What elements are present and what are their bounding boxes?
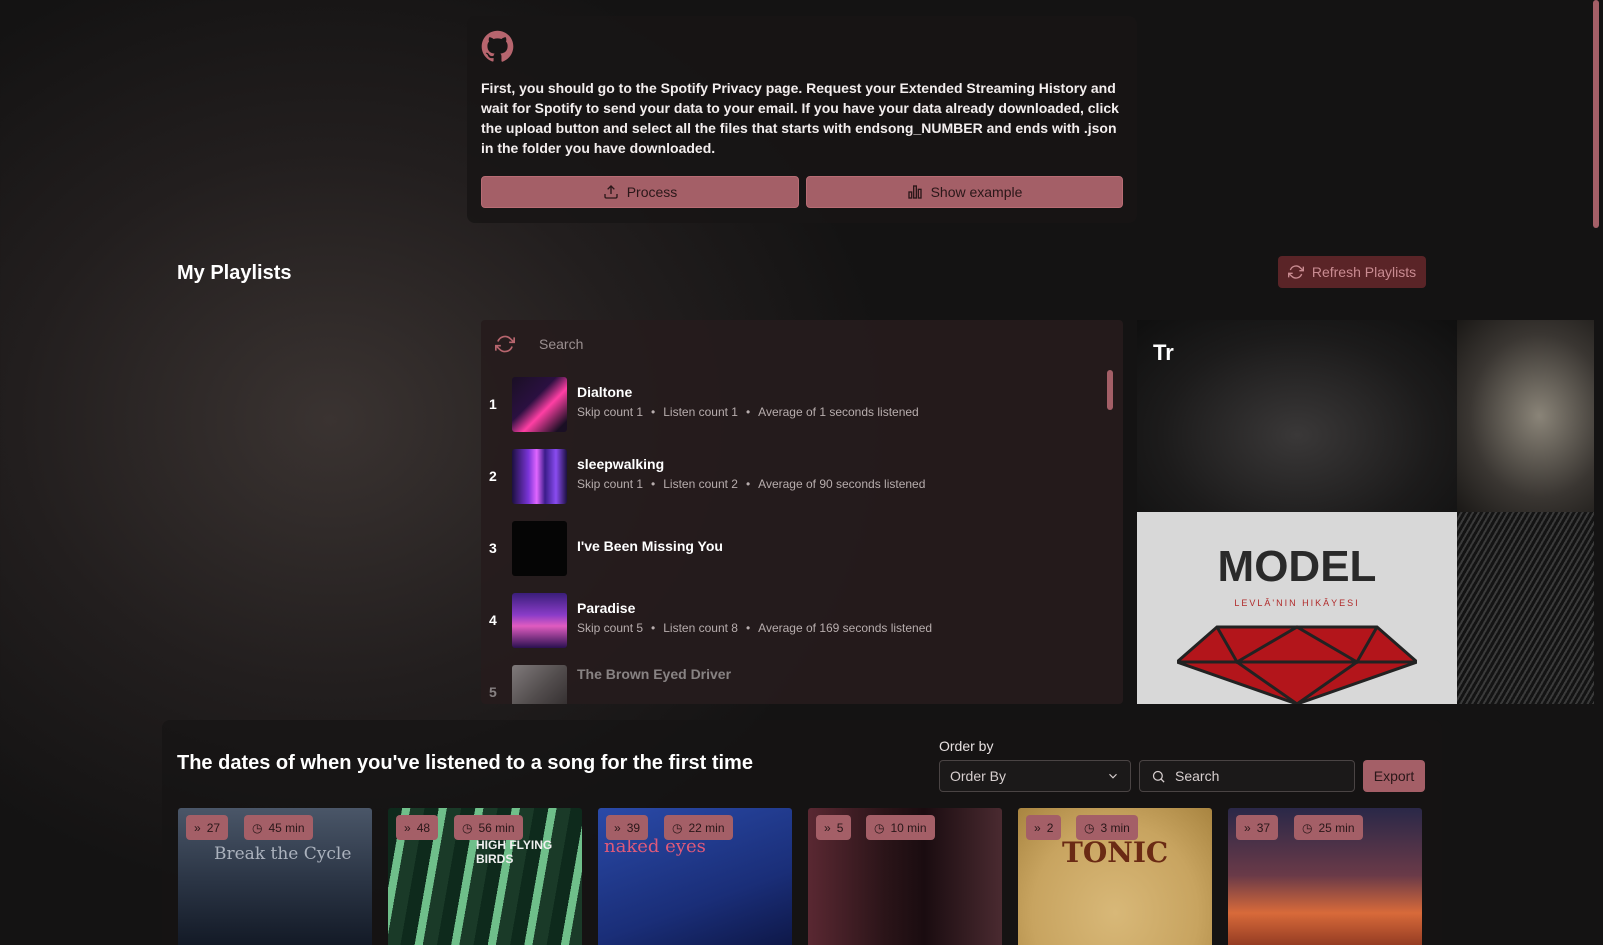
- search-icon: [1152, 770, 1165, 783]
- diamond-art: [1177, 625, 1417, 704]
- upload-icon: [604, 185, 618, 199]
- album-art-text: Break the Cycle: [214, 844, 352, 864]
- track-row[interactable]: 3 I've Been Missing You: [481, 518, 1101, 578]
- refresh-icon[interactable]: [495, 334, 515, 354]
- clock-icon: ◷: [462, 820, 473, 835]
- track-name: Dialtone: [577, 384, 633, 400]
- track-list[interactable]: Search 1 Dialtone Skip count 1 • Listen co…: [481, 320, 1123, 704]
- album-art: [512, 665, 567, 704]
- album-card[interactable]: TONIC » 2 ◷ 3 min: [1018, 808, 1212, 945]
- play-count-badge: » 27: [186, 815, 229, 840]
- track-stats: Skip count 5 • Listen count 8 • Average of 1…: [577, 621, 933, 635]
- duration-badge: ◷ 25 min: [1294, 815, 1363, 840]
- order-by-select[interactable]: Order By: [939, 760, 1131, 792]
- album-card[interactable]: naked eyes » 39 ◷ 22 min: [598, 808, 792, 945]
- collage-tile: MODEL LEVLÂ'NIN HIKÂYESI: [1137, 512, 1457, 704]
- album-art-text: HIGH FLYING BIRDS: [476, 838, 553, 866]
- track-stats: Skip count 1 • Listen count 1 • Average of 1…: [577, 405, 919, 419]
- playlist-collage[interactable]: MODEL LEVLÂ'NIN HIKÂYESI Tr: [1137, 320, 1594, 704]
- model-art-title: MODEL: [1217, 542, 1377, 591]
- playlists-heading: My Playlists: [177, 262, 292, 284]
- track-number: 5: [489, 684, 497, 700]
- duration-badge: ◷ 10 min: [866, 815, 935, 840]
- album-art: [512, 449, 567, 504]
- play-count-badge: » 39: [606, 815, 649, 840]
- page-scrollbar[interactable]: [1593, 0, 1599, 228]
- album-card[interactable]: HIGH FLYING BIRDS » 48 ◷ 56 min: [388, 808, 582, 945]
- collage-tile: [1457, 320, 1594, 512]
- duration-badge: ◷ 56 min: [454, 815, 523, 840]
- refresh-icon: [1287, 265, 1304, 279]
- fast-forward-icon: »: [404, 820, 411, 835]
- album-art: [512, 593, 567, 648]
- bar-chart-icon: [907, 185, 922, 199]
- play-count-badge: » 5: [816, 815, 852, 840]
- refresh-playlists-label: Refresh Playlists: [1311, 264, 1417, 280]
- order-by-label: Order by: [939, 738, 994, 754]
- play-count-badge: » 37: [1236, 815, 1279, 840]
- collage-tile: [1137, 320, 1457, 512]
- first-listen-section: The dates of when you've listened to a s…: [162, 720, 1442, 945]
- duration-badge: ◷ 3 min: [1076, 815, 1138, 840]
- first-listen-heading: The dates of when you've listened to a s…: [177, 752, 753, 774]
- track-number: 3: [489, 540, 497, 556]
- clock-icon: ◷: [1084, 820, 1095, 835]
- fast-forward-icon: »: [824, 820, 831, 835]
- clock-icon: ◷: [672, 820, 683, 835]
- track-number: 1: [489, 396, 497, 412]
- clock-icon: ◷: [1302, 820, 1313, 835]
- play-count-badge: » 2: [1026, 815, 1062, 840]
- order-by-value: Order By: [950, 768, 1007, 784]
- chevron-down-icon: [1109, 773, 1117, 779]
- export-button[interactable]: Export: [1363, 760, 1425, 792]
- album-card[interactable]: Break the Cycle » 27 ◷ 45 min: [178, 808, 372, 945]
- show-example-label: Show example: [930, 184, 1023, 200]
- refresh-playlists-button[interactable]: Refresh Playlists: [1278, 256, 1426, 288]
- github-icon[interactable]: [481, 30, 514, 63]
- track-row[interactable]: 5 The Brown Eyed Driver: [481, 662, 1101, 704]
- track-search-input[interactable]: Search: [539, 336, 583, 352]
- search-placeholder: Search: [1175, 768, 1220, 784]
- track-name: sleepwalking: [577, 456, 665, 472]
- collage-label: Tr: [1153, 340, 1174, 365]
- track-name: Paradise: [577, 600, 636, 616]
- track-number: 2: [489, 468, 497, 484]
- track-row[interactable]: 1 Dialtone Skip count 1 • Listen count 1 • A…: [481, 374, 1101, 434]
- process-label: Process: [626, 184, 678, 200]
- collage-tile: [1457, 512, 1594, 704]
- play-count-badge: » 48: [396, 815, 439, 840]
- fast-forward-icon: »: [1244, 820, 1251, 835]
- track-row[interactable]: 4 Paradise Skip count 5 • Listen count 8 • A…: [481, 590, 1101, 650]
- fast-forward-icon: »: [1034, 820, 1041, 835]
- process-button[interactable]: Process: [481, 176, 799, 208]
- track-number: 4: [489, 612, 497, 628]
- track-name: The Brown Eyed Driver: [577, 666, 732, 682]
- album-card[interactable]: » 37 ◷ 25 min: [1228, 808, 1422, 945]
- list-scrollbar[interactable]: [1107, 370, 1113, 410]
- show-example-button[interactable]: Show example: [806, 176, 1123, 208]
- fast-forward-icon: »: [614, 820, 621, 835]
- first-listen-search-input[interactable]: Search: [1139, 760, 1355, 792]
- intro-instructions: First, you should go to the Spotify Priv…: [481, 80, 1119, 156]
- clock-icon: ◷: [874, 820, 885, 835]
- fast-forward-icon: »: [194, 820, 201, 835]
- album-art: [512, 377, 567, 432]
- album-card[interactable]: » 5 ◷ 10 min: [808, 808, 1002, 945]
- track-stats: Skip count 1 • Listen count 2 • Average of 9…: [577, 477, 926, 491]
- album-art: [512, 521, 567, 576]
- duration-badge: ◷ 22 min: [664, 815, 733, 840]
- album-art-text: TONIC: [1062, 836, 1169, 869]
- track-name: I've Been Missing You: [577, 538, 723, 554]
- clock-icon: ◷: [252, 820, 263, 835]
- intro-card: First, you should go to the Spotify Priv…: [467, 16, 1137, 223]
- model-art-subtitle: LEVLÂ'NIN HIKÂYESI: [1234, 598, 1360, 608]
- track-row[interactable]: 2 sleepwalking Skip count 1 • Listen count…: [481, 446, 1101, 506]
- duration-badge: ◷ 45 min: [244, 815, 313, 840]
